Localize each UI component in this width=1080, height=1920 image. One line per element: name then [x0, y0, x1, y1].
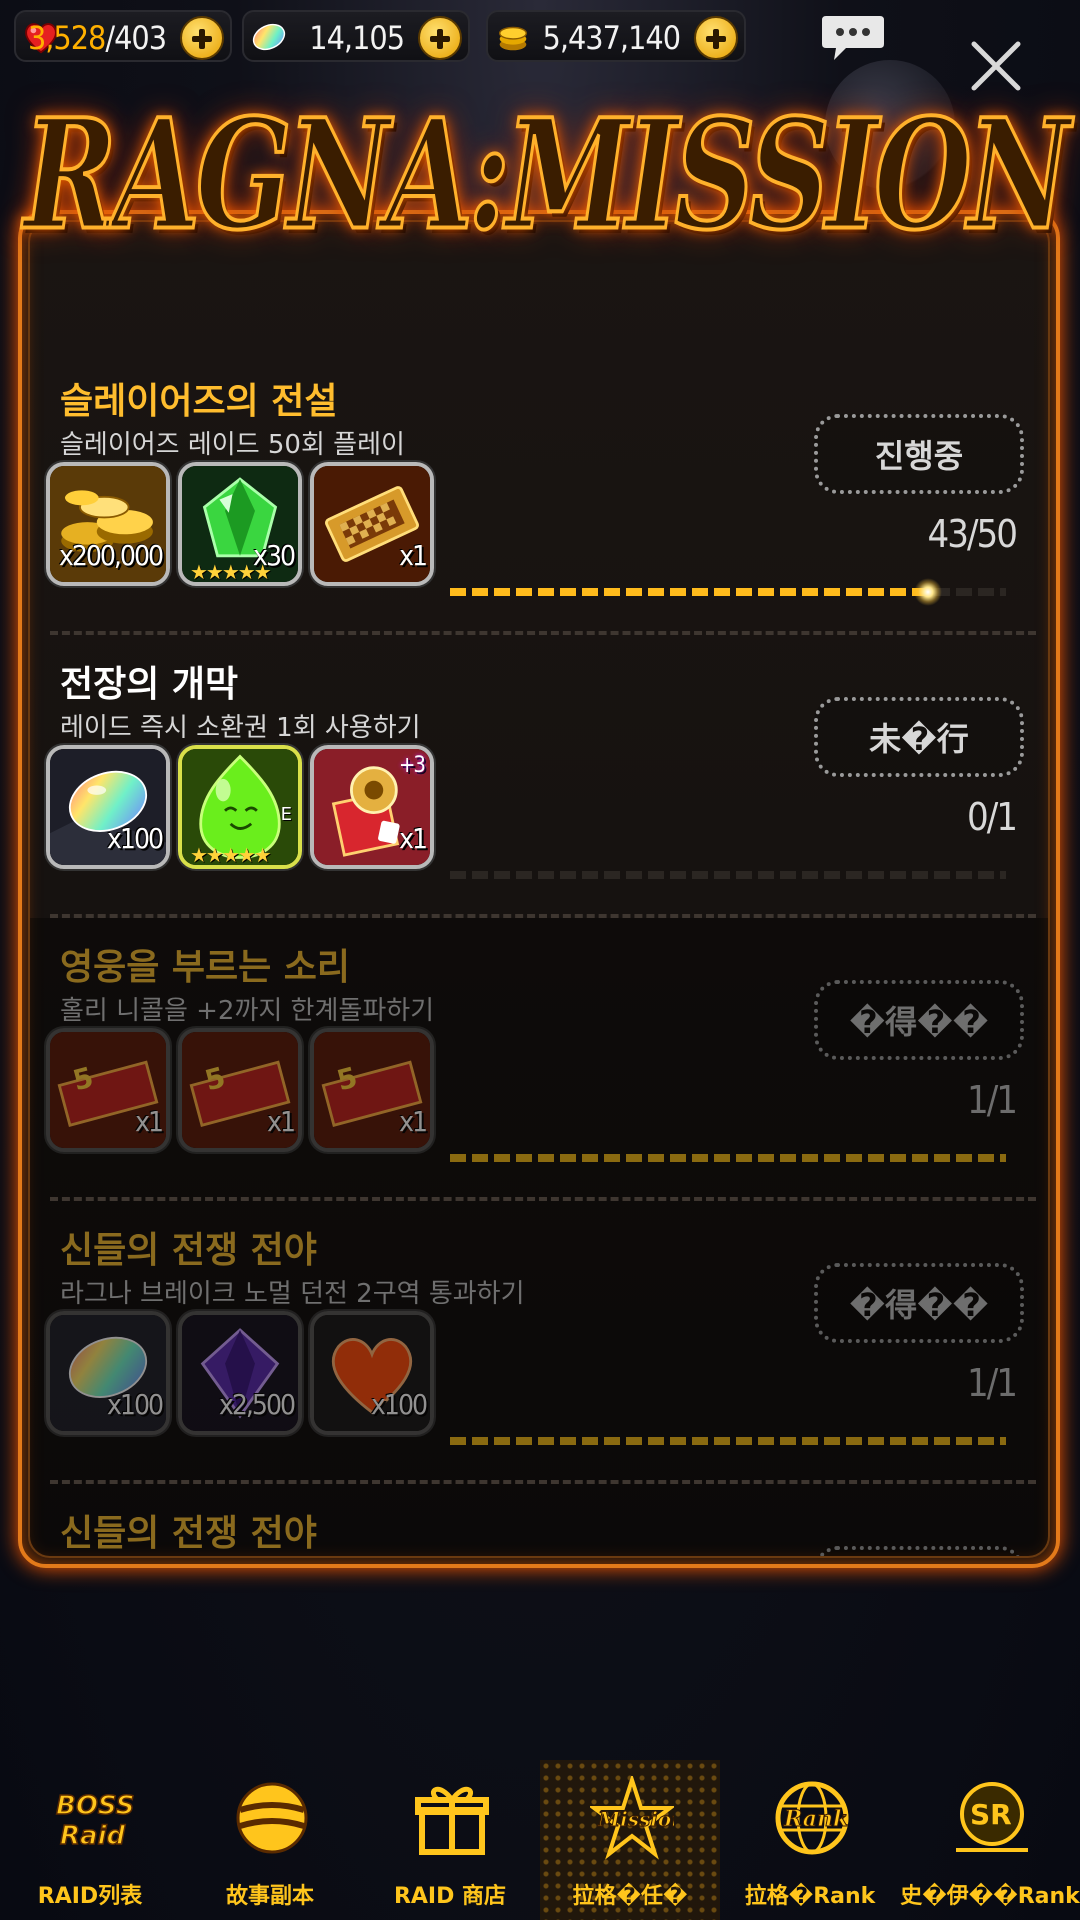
- mission-description: 홀리 니콜을 +2까지 한계돌파하기: [60, 996, 435, 1026]
- mission-status-button[interactable]: �得��: [814, 1263, 1024, 1343]
- progress-bar: [450, 871, 1006, 879]
- add-gold-button[interactable]: [694, 16, 738, 60]
- reward-qty: x1: [399, 822, 428, 855]
- nav-raid-list[interactable]: BOSS Raid RAID列表: [0, 1760, 180, 1920]
- progress-bar-fill: [450, 1154, 1006, 1162]
- mission-title: 슬레이어즈의 전설: [60, 381, 338, 422]
- bottom-nav: BOSS Raid RAID列表 故事副本 RAID 商店 Mission 拉格…: [0, 1760, 1080, 1920]
- reward-red-ticket[interactable]: 5 x1: [178, 1028, 302, 1152]
- reward-gold-coins[interactable]: x200,000: [46, 462, 170, 586]
- rainbow-gem-icon: [252, 23, 286, 51]
- svg-text:Raid: Raid: [60, 1821, 125, 1851]
- gold-value: 5,437,140: [542, 19, 681, 57]
- nav-label: 拉格�Rank: [744, 1884, 876, 1909]
- progress-bar: [450, 1437, 1006, 1445]
- gems-counter: 14,105: [242, 10, 470, 62]
- nav-ragna-rank[interactable]: Rank 拉格�Rank: [720, 1760, 900, 1920]
- add-hearts-button[interactable]: [180, 16, 224, 60]
- reward-qty: x1: [135, 1105, 164, 1138]
- nav-label: RAID列表: [37, 1884, 143, 1909]
- reward-qty: x1: [399, 1105, 428, 1138]
- mission-panel: 슬레이어즈의 전설 슬레이어즈 레이드 50회 플레이 x200,000 x30…: [18, 210, 1060, 1568]
- gold-coin-icon: [498, 26, 528, 51]
- nav-story[interactable]: 故事副本: [180, 1760, 360, 1920]
- add-gems-button[interactable]: [418, 16, 462, 60]
- progress-bar: [450, 1154, 1006, 1162]
- mission-status-button[interactable]: [814, 1546, 1024, 1556]
- reward-qty: x2,500: [219, 1388, 296, 1421]
- mission-item: 신들의 전쟁 전야 라그나 브레이크 노멀 던전 2구역 통과하기 x100 x…: [30, 1201, 1048, 1484]
- gems-value: 14,105: [309, 19, 405, 57]
- nav-ragna-mission[interactable]: Mission 拉格�任�: [540, 1760, 720, 1920]
- progress-bar-fill: [450, 588, 929, 596]
- progress-text: 43/50: [927, 512, 1018, 556]
- grade-label: E: [280, 804, 292, 825]
- nav-label: 史�伊��Rank: [900, 1884, 1080, 1909]
- mission-item: 신들의 전쟁 전야: [30, 1484, 1048, 1556]
- rarity-stars: ★★★★★: [190, 560, 272, 584]
- reward-qty: x1: [399, 539, 428, 572]
- rank-globe-icon: Rank: [775, 1781, 849, 1855]
- reward-qty: x100: [107, 1388, 164, 1421]
- mission-title: 전장의 개막: [60, 664, 239, 705]
- mission-item: 영웅을 부르는 소리 홀리 니콜을 +2까지 한계돌파하기 5 x1 5 x1: [30, 918, 1048, 1201]
- story-icon: [236, 1782, 308, 1854]
- logo-text: RAGNA:MISSION: [22, 85, 1071, 266]
- rarity-stars: ★★★★★: [190, 843, 272, 867]
- chat-icon[interactable]: [820, 14, 886, 64]
- reward-qty: x100: [107, 822, 164, 855]
- nav-label: 拉格�任�: [572, 1884, 688, 1909]
- svg-text:BOSS: BOSS: [56, 1791, 134, 1821]
- reward-qty: x100: [371, 1388, 428, 1421]
- mission-title: 신들의 전쟁 전야: [60, 1513, 317, 1554]
- reward-badge: +3: [398, 753, 426, 778]
- svg-text:SR: SR: [970, 1798, 1012, 1831]
- reward-purple-gem[interactable]: x2,500: [178, 1311, 302, 1435]
- gold-counter: 5,437,140: [486, 10, 746, 62]
- mission-description: 라그나 브레이크 노멀 던전 2구역 통과하기: [60, 1279, 525, 1309]
- reward-gift-box[interactable]: +3 x1: [310, 745, 434, 869]
- reward-heart[interactable]: x100: [310, 1311, 434, 1435]
- mission-description: 슬레이어즈 레이드 50회 플레이: [60, 430, 405, 460]
- reward-green-gem[interactable]: x30 ★★★★★: [178, 462, 302, 586]
- progress-text: 1/1: [966, 1361, 1018, 1405]
- mission-list[interactable]: 슬레이어즈의 전설 슬레이어즈 레이드 50회 플레이 x200,000 x30…: [28, 220, 1050, 1558]
- resource-bar: 3,528/403 14,105 5,437,140: [0, 0, 1080, 91]
- svg-text:Rank: Rank: [783, 1806, 848, 1832]
- nav-label: RAID 商店: [393, 1884, 507, 1909]
- nav-label: 故事副本: [225, 1884, 314, 1909]
- reward-ticket[interactable]: x1: [310, 462, 434, 586]
- boss-raid-icon: BOSS Raid: [55, 1790, 134, 1852]
- reward-qty: x1: [267, 1105, 296, 1138]
- progress-spark: [914, 578, 943, 606]
- hearts-current: 3,528: [27, 19, 106, 57]
- mission-status-button[interactable]: 진행중: [814, 414, 1024, 494]
- reward-rainbow-gem[interactable]: x100: [46, 745, 170, 869]
- mission-status-button[interactable]: 未�行: [814, 697, 1024, 777]
- reward-rainbow-gem[interactable]: x100: [46, 1311, 170, 1435]
- mission-status-button[interactable]: �得��: [814, 980, 1024, 1060]
- ragna-mission-logo: RAGNA:MISSION: [22, 80, 1071, 270]
- progress-bar: [450, 578, 1006, 606]
- mission-item: 슬레이어즈의 전설 슬레이어즈 레이드 50회 플레이 x200,000 x30…: [30, 352, 1048, 635]
- slayers-rank-icon: SR: [956, 1782, 1028, 1852]
- reward-green-slime[interactable]: E ★★★★★: [178, 745, 302, 869]
- progress-bar-fill: [450, 1437, 1006, 1445]
- mission-description: 레이드 즉시 소환권 1회 사용하기: [60, 713, 421, 743]
- hearts-max: /403: [105, 19, 167, 57]
- nav-slayers-rank[interactable]: SR 史�伊��Rank: [900, 1760, 1080, 1920]
- progress-text: 0/1: [966, 795, 1018, 839]
- progress-text: 1/1: [966, 1078, 1018, 1122]
- svg-text:Mission: Mission: [597, 1807, 674, 1831]
- reward-red-ticket[interactable]: 5 x1: [46, 1028, 170, 1152]
- reward-qty: x200,000: [58, 539, 164, 572]
- reward-red-ticket[interactable]: 5 x1: [310, 1028, 434, 1152]
- hearts-counter: 3,528/403: [14, 10, 232, 62]
- mission-item: 전장의 개막 레이드 즉시 소환권 1회 사용하기 x100 E ★★★★★ +…: [30, 635, 1048, 918]
- nav-raid-shop[interactable]: RAID 商店: [360, 1760, 540, 1920]
- mission-title: 영웅을 부르는 소리: [60, 947, 351, 988]
- mission-title: 신들의 전쟁 전야: [60, 1230, 317, 1271]
- mission-icon: Mission: [590, 1776, 674, 1860]
- gift-icon: [415, 1786, 489, 1855]
